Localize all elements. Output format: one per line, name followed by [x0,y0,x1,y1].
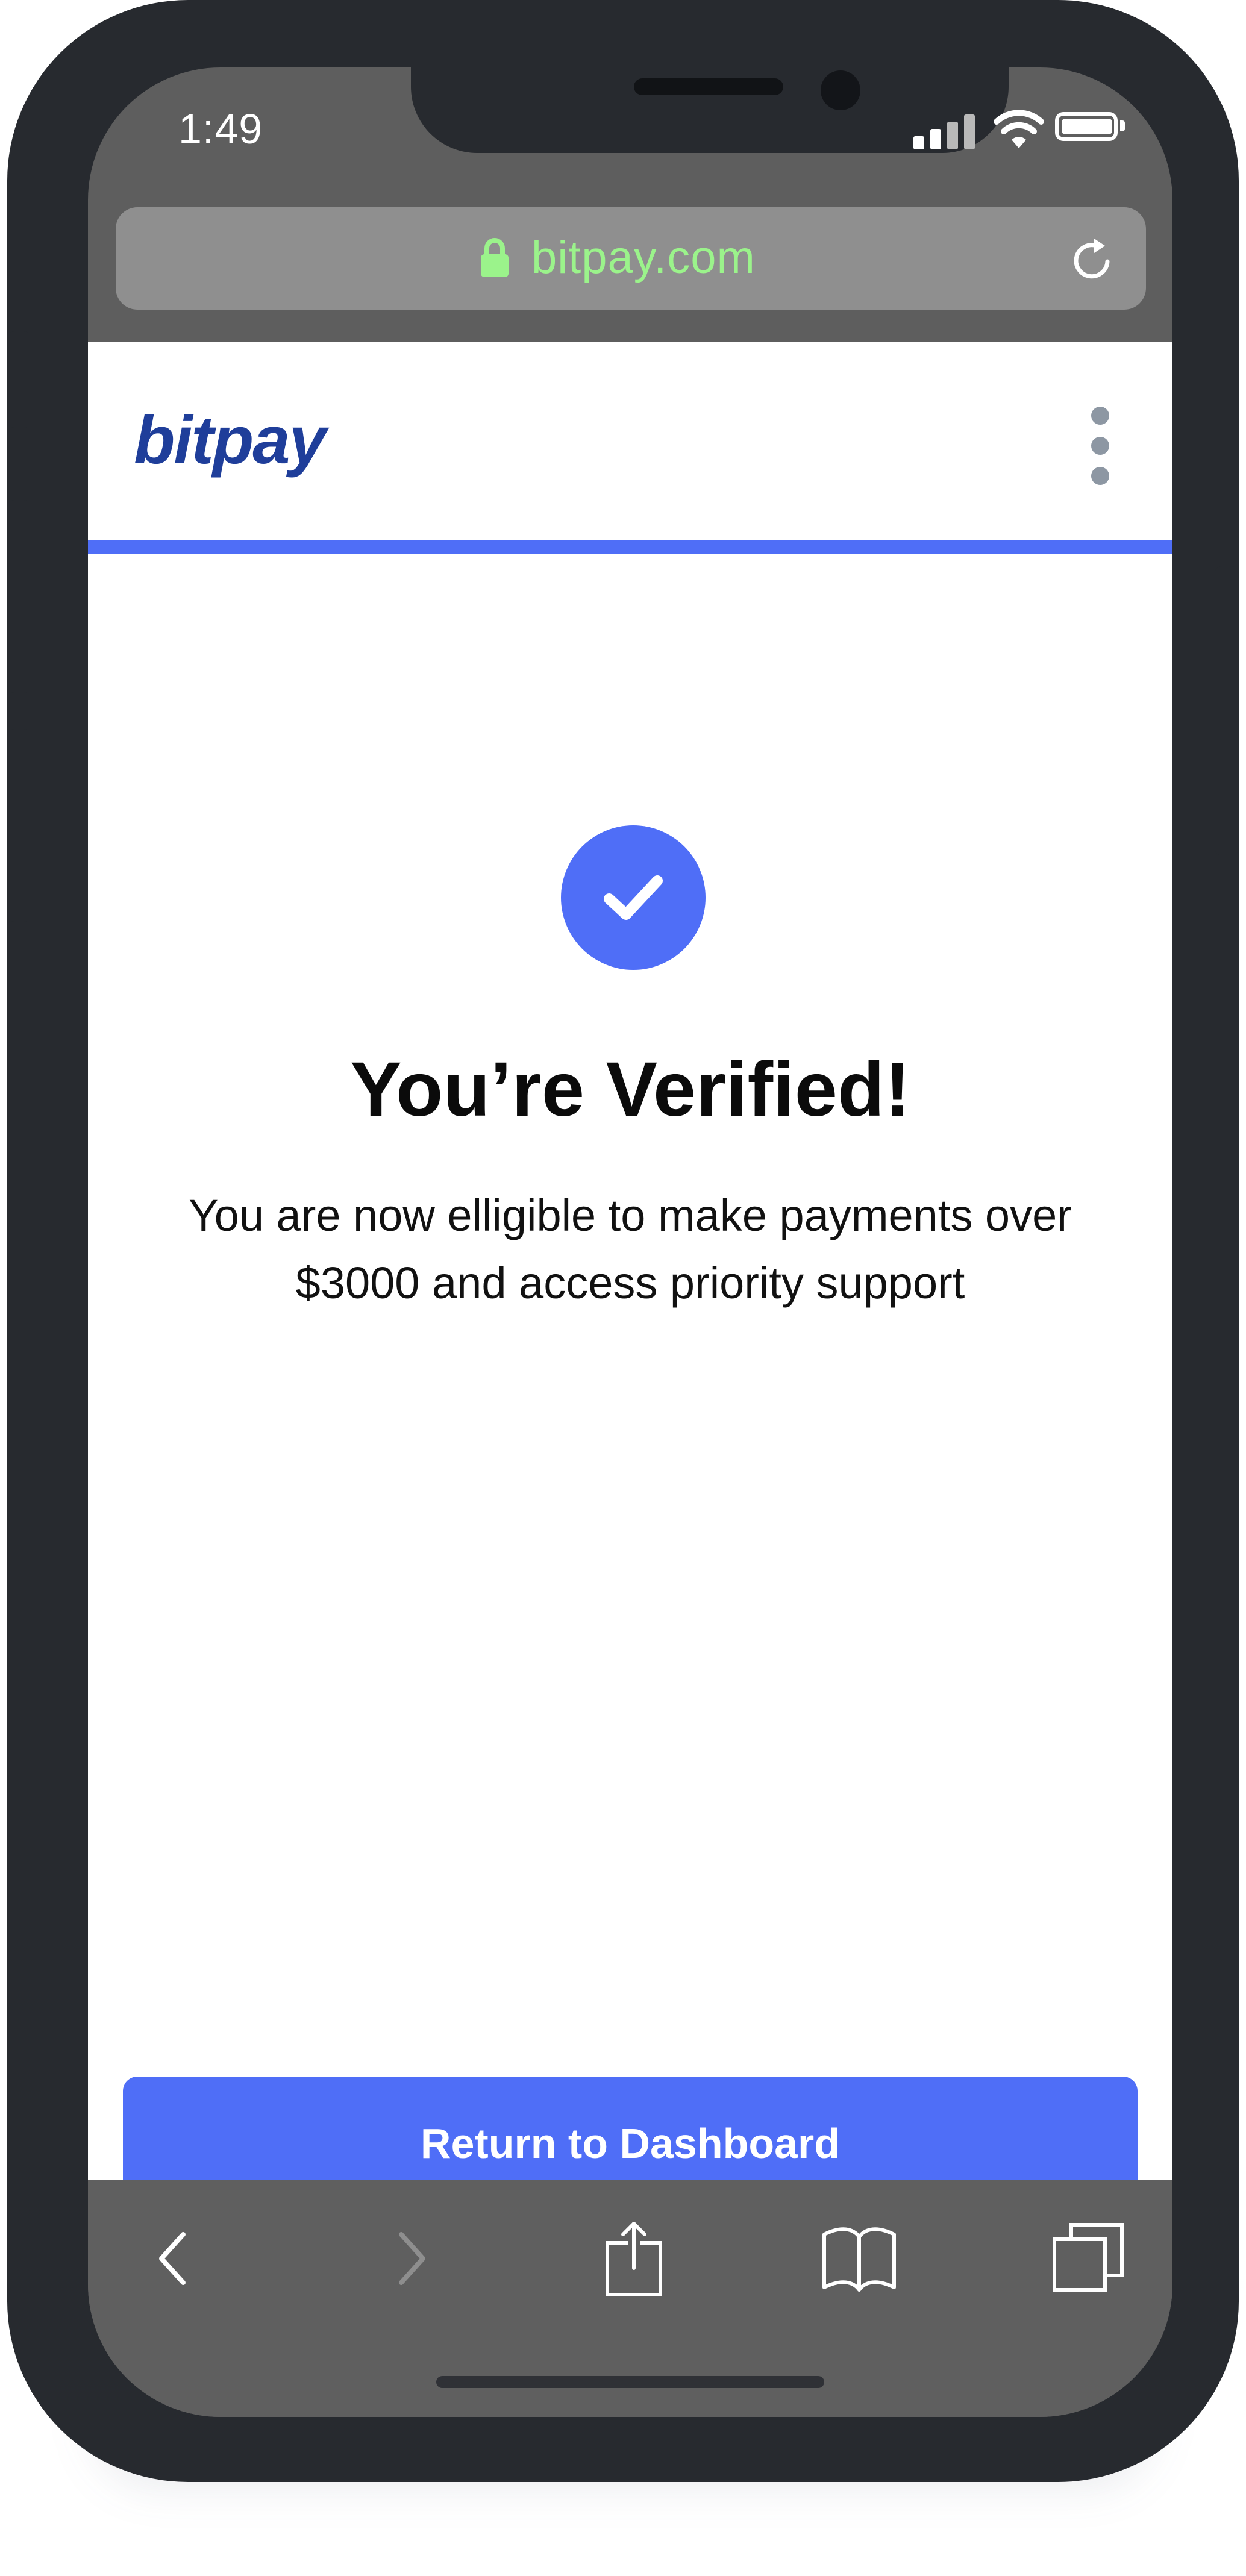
address-bar[interactable]: bitpay.com [116,207,1146,310]
tabs-icon[interactable] [1046,2216,1130,2301]
power-button [1215,566,1239,855]
web-content: bitpay You’re Verified! You are now elli… [88,342,1172,2210]
site-header: bitpay [88,342,1172,540]
wifi-icon [994,110,1044,148]
battery-icon [1055,112,1118,141]
checkmark-icon [604,875,663,920]
status-icons [913,108,1130,151]
lock-icon [481,238,509,277]
brand-logo[interactable]: bitpay [134,404,327,477]
back-icon[interactable] [130,2216,214,2301]
kebab-menu-icon[interactable] [1091,407,1113,527]
url-text: bitpay.com [531,232,756,283]
verification-message: You are now elligible to make payments o… [189,1190,1072,1308]
phone-frame: 1:49 bitpay.com bitpay You’re Verified! … [7,0,1239,2482]
status-time: 1:49 [178,105,263,152]
speaker-grille [634,78,783,95]
verified-check-badge [561,825,706,970]
home-indicator [436,2376,824,2388]
signal-icon [913,113,980,149]
reload-icon[interactable] [1065,233,1119,287]
progress-bar [88,540,1172,554]
front-camera [821,70,860,110]
share-icon[interactable] [592,2216,676,2301]
volume-down-button [7,729,31,922]
page-title: You’re Verified! [350,1046,910,1133]
bookmarks-icon[interactable] [817,2216,901,2301]
volume-up-button [7,500,31,693]
phone-screen: 1:49 bitpay.com bitpay You’re Verified! … [88,67,1172,2417]
forward-icon[interactable] [370,2216,454,2301]
progress-fill [88,540,1172,554]
mute-switch [7,331,31,428]
battery-tip [1120,120,1125,131]
